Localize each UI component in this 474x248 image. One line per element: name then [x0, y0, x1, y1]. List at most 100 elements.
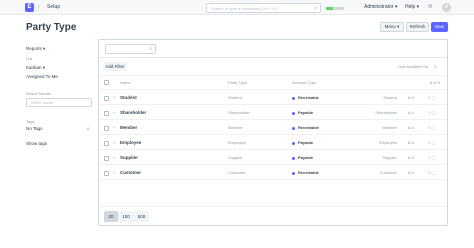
sort-selector[interactable]: Last Modified On: [398, 64, 428, 70]
row-comment-count: 0 ◯: [428, 125, 436, 130]
row-doc-name: Member: [382, 125, 397, 130]
sidebar-tags-label: Tags: [26, 119, 35, 124]
list-count: 6 of 6: [430, 80, 441, 85]
divider: [99, 179, 447, 180]
row-party-type: Supplier: [228, 155, 243, 160]
divider: [99, 75, 447, 76]
like-icon[interactable]: ♥: [113, 155, 115, 161]
avatar[interactable]: A: [442, 3, 451, 12]
no-tags-count: 6: [87, 126, 90, 131]
row-doc-name: Supplier: [382, 155, 397, 160]
divider: [99, 206, 447, 207]
help-menu[interactable]: Help ▾: [405, 3, 419, 12]
page-title: Party Type: [26, 22, 77, 33]
row-name-link[interactable]: Member: [120, 125, 137, 131]
sidebar-created-by-label: Select Sender: [26, 91, 52, 96]
sidebar-reports[interactable]: Reports ▾: [26, 46, 45, 52]
status-indicator-dot: [292, 126, 295, 130]
sidebar-kanban[interactable]: Kanban ▾: [26, 65, 45, 71]
sync-progress-fill: [326, 7, 334, 10]
page-size-500-button[interactable]: 500: [134, 211, 149, 222]
search-icon: ⌕: [149, 46, 152, 52]
status-indicator-dot: [292, 96, 295, 100]
row-name-link[interactable]: Employee: [120, 140, 141, 146]
row-doc-name: Student: [383, 95, 397, 100]
column-header-name: Name: [120, 80, 131, 85]
row-checkbox[interactable]: [104, 156, 109, 161]
row-modified: 8 d: [408, 125, 414, 130]
status-indicator-dot: [292, 141, 295, 145]
row-name-link[interactable]: Supplier: [120, 155, 138, 161]
add-filter-button[interactable]: Add Filter: [103, 62, 127, 71]
row-account-type: Payable: [298, 155, 314, 160]
awesome-bar[interactable]: Search or type a command (Ctrl + G) ⌕: [206, 3, 321, 13]
row-account-type: Receivable: [298, 125, 319, 130]
row-checkbox[interactable]: [104, 141, 109, 146]
column-header-account-type: Account Type: [292, 80, 317, 85]
row-name-link[interactable]: Student: [120, 95, 137, 101]
new-button[interactable]: New: [431, 22, 448, 32]
chevron-right-icon: ›: [38, 4, 40, 10]
row-modified: 8 d: [408, 170, 414, 175]
page-size-100-button[interactable]: 100: [118, 211, 134, 222]
column-header-party-type: Party Type: [228, 80, 248, 85]
row-name-link[interactable]: Customer: [120, 170, 141, 176]
name-filter-input[interactable]: ⌕: [105, 44, 156, 54]
sidebar-show-tags[interactable]: Show tags: [26, 141, 47, 147]
row-modified: 8 d: [408, 95, 414, 100]
sort-order-icon[interactable]: ≡: [434, 64, 437, 70]
tools-icon[interactable]: ⚒: [428, 3, 432, 12]
like-icon[interactable]: ♥: [113, 170, 115, 176]
row-comment-count: 0 ◯: [428, 170, 436, 175]
row-checkbox[interactable]: [104, 126, 109, 131]
select-all-checkbox[interactable]: [104, 80, 109, 85]
row-checkbox[interactable]: [104, 111, 109, 116]
created-by-placeholder: Office Name: [31, 100, 54, 105]
sidebar-list[interactable]: List: [26, 56, 32, 62]
row-name-link[interactable]: Shareholder: [120, 110, 146, 116]
row-comment-count: 0 ◯: [428, 95, 436, 100]
row-account-type: Payable: [298, 110, 314, 115]
like-icon[interactable]: ♥: [113, 95, 115, 101]
divider: [99, 134, 447, 135]
row-party-type: Student: [228, 95, 242, 100]
refresh-button[interactable]: Refresh: [406, 22, 429, 32]
sidebar-no-tags[interactable]: No Tags: [26, 126, 42, 132]
row-comment-count: 0 ◯: [428, 110, 436, 115]
like-icon[interactable]: ♥: [113, 110, 115, 116]
sync-progress-bar: [326, 7, 344, 10]
divider: [99, 119, 447, 120]
row-comment-count: 0 ◯: [428, 155, 436, 160]
sidebar-assigned-to-me[interactable]: Assigned To Me: [26, 74, 58, 80]
list-panel: [98, 39, 448, 226]
row-party-type: Employee: [228, 140, 246, 145]
menu-button[interactable]: Menu ▾: [380, 22, 404, 32]
status-indicator-dot: [292, 111, 295, 115]
row-account-type: Payable: [298, 140, 314, 145]
divider: [99, 89, 447, 90]
search-placeholder: Search or type a command (Ctrl + G): [211, 6, 277, 11]
row-modified: 8 d: [408, 155, 414, 160]
row-checkbox[interactable]: [104, 96, 109, 101]
row-party-type: Member: [228, 125, 243, 130]
page-size-20-button[interactable]: 20: [104, 211, 118, 222]
row-checkbox[interactable]: [104, 171, 109, 176]
divider: [99, 104, 447, 105]
search-icon: ⌕: [314, 5, 317, 11]
row-comment-count: 0 ◯: [428, 140, 436, 145]
navbar: E › Setup Search or type a command (Ctrl…: [0, 0, 474, 15]
like-icon[interactable]: ♥: [113, 140, 115, 146]
row-doc-name: Shareholder: [375, 110, 397, 115]
user-menu[interactable]: Administrator ▾: [364, 3, 397, 12]
created-by-select[interactable]: Office Name: [26, 98, 92, 107]
divider: [99, 149, 447, 150]
app-logo[interactable]: E: [25, 3, 34, 12]
status-indicator-dot: [292, 171, 295, 175]
breadcrumb-setup[interactable]: Setup: [47, 3, 60, 12]
row-account-type: Receivable: [298, 95, 319, 100]
status-indicator-dot: [292, 156, 295, 160]
row-party-type: Shareholder: [228, 110, 250, 115]
row-modified: 8 d: [408, 110, 414, 115]
like-icon[interactable]: ♥: [113, 125, 115, 131]
row-modified: 8 d: [408, 140, 414, 145]
